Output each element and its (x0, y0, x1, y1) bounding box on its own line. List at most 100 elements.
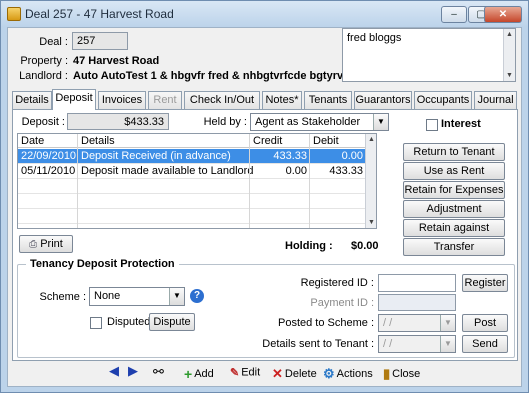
chevron-down-icon[interactable]: ▼ (440, 336, 455, 352)
registered-id-label: Registered ID : (300, 277, 374, 289)
scheme-label: Scheme : (39, 291, 86, 303)
held-by-label: Held by : (203, 116, 247, 128)
printer-icon: ⎙ (29, 239, 38, 250)
return-to-tenant-button[interactable]: Return to Tenant (403, 143, 505, 161)
client-area: Deal : 257 Property : 47 Harvest Road La… (7, 27, 522, 387)
deal-value: 257 (77, 35, 96, 47)
close-window-button[interactable]: ✕ (484, 6, 522, 23)
col-debit[interactable]: Debit (310, 134, 366, 148)
edit-label: Edit (241, 366, 261, 379)
deposit-protection-group: Tenancy Deposit Protection Scheme : None… (17, 258, 515, 358)
binoculars-icon[interactable]: ⚯ (153, 364, 164, 380)
property-label: Property : (20, 55, 68, 67)
close-door-icon: ▮ (383, 366, 391, 381)
chevron-down-icon[interactable]: ▼ (373, 114, 388, 130)
empty-row (18, 209, 366, 224)
scroll-up-icon[interactable]: ▲ (506, 31, 513, 38)
deal-label: Deal : (39, 36, 68, 48)
payment-id-input[interactable] (378, 294, 456, 311)
use-as-rent-button[interactable]: Use as Rent (403, 162, 505, 180)
add-label: Add (194, 367, 214, 380)
add-button[interactable]: + Add (184, 366, 214, 382)
edit-button[interactable]: ✎ Edit (230, 366, 260, 379)
empty-row (18, 179, 366, 194)
deal-window: Deal 257 - 47 Harvest Road – ▢ ✕ Deal : … (0, 0, 529, 393)
previous-record-icon[interactable]: ◀ (109, 363, 119, 379)
holding-value: $0.00 (351, 240, 379, 252)
held-by-select[interactable]: Agent as Stakeholder ▼ (250, 113, 389, 131)
transactions-grid: Date Details Credit Debit 22/09/2010 Dep… (17, 133, 377, 229)
send-button[interactable]: Send (462, 335, 508, 353)
dispute-button[interactable]: Dispute (149, 313, 195, 331)
row-debit: 433.33 (329, 165, 363, 177)
tab-check-in-out[interactable]: Check In/Out (184, 91, 260, 109)
tab-guarantors[interactable]: Guarantors (354, 91, 412, 109)
retain-against-invoice-button[interactable]: Retain against Invoice (403, 219, 505, 250)
minimize-button[interactable]: – (441, 6, 467, 23)
tab-details[interactable]: Details (12, 91, 52, 109)
row-date: 05/11/2010 (21, 165, 76, 177)
close-button[interactable]: ▮ Close (383, 366, 420, 382)
scheme-value: None (94, 290, 121, 302)
notes-text: fred bloggs (347, 32, 402, 44)
tab-notes[interactable]: Notes* (262, 91, 302, 109)
adjustment-button[interactable]: Adjustment (403, 200, 505, 218)
deposit-value: $433.33 (124, 116, 164, 128)
actions-button[interactable]: ⚙ Actions (323, 366, 373, 382)
row-details: Deposit made available to Landlord (81, 165, 254, 177)
col-details[interactable]: Details (78, 134, 250, 148)
app-icon (7, 7, 21, 21)
deposit-field: $433.33 (67, 113, 169, 130)
actions-icon: ⚙ (323, 366, 335, 381)
scroll-up-icon[interactable]: ▲ (368, 136, 375, 143)
table-row[interactable]: 05/11/2010 Deposit made available to Lan… (18, 164, 366, 179)
notes-textarea[interactable]: fred bloggs ▲ ▼ (342, 28, 516, 82)
tab-tenants[interactable]: Tenants (304, 91, 352, 109)
empty-row (18, 194, 366, 209)
col-credit[interactable]: Credit (250, 134, 310, 148)
tab-occupants[interactable]: Occupants (414, 91, 472, 109)
print-button[interactable]: ⎙ Print (19, 235, 73, 253)
col-date[interactable]: Date (18, 134, 78, 148)
chevron-down-icon[interactable]: ▼ (440, 315, 455, 331)
tab-invoices[interactable]: Invoices (98, 91, 146, 109)
row-credit: 433.33 (273, 150, 307, 162)
grid-scrollbar[interactable]: ▲ ▼ (365, 134, 376, 228)
tab-deposit[interactable]: Deposit (52, 89, 96, 110)
grid-header: Date Details Credit Debit (18, 134, 366, 148)
disputed-label: Disputed (107, 316, 151, 328)
tab-rent[interactable]: Rent (148, 91, 182, 109)
retain-for-expenses-button[interactable]: Retain for Expenses (403, 181, 505, 199)
scroll-down-icon[interactable]: ▼ (368, 219, 375, 226)
grid-divider (249, 134, 250, 228)
posted-value: / / (383, 317, 393, 329)
next-record-icon[interactable]: ▶ (128, 363, 138, 379)
interest-checkbox[interactable] (426, 119, 438, 131)
payment-id-label: Payment ID : (310, 297, 374, 309)
table-row[interactable]: 22/09/2010 Deposit Received (in advance)… (18, 149, 366, 164)
registered-id-input[interactable] (378, 274, 456, 292)
scroll-down-icon[interactable]: ▼ (506, 72, 513, 79)
holding-label: Holding : (285, 240, 333, 252)
disputed-checkbox[interactable] (90, 317, 102, 329)
landlord-value: Auto AutoTest 1 & hbgvfr fred & nhbgtvrf… (73, 70, 360, 82)
help-icon[interactable]: ? (190, 289, 204, 303)
grid-divider (77, 134, 78, 228)
actions-label: Actions (336, 367, 373, 380)
post-button[interactable]: Post (462, 314, 508, 332)
chevron-down-icon[interactable]: ▼ (169, 288, 184, 305)
posted-label: Posted to Scheme : (278, 317, 374, 329)
delete-button[interactable]: ✕ Delete (272, 366, 317, 382)
property-value: 47 Harvest Road (73, 55, 160, 67)
scheme-select[interactable]: None ▼ (89, 287, 185, 306)
protection-title: Tenancy Deposit Protection (26, 258, 179, 270)
title-bar[interactable]: Deal 257 - 47 Harvest Road – ▢ ✕ (1, 1, 528, 27)
posted-date-picker[interactable]: / / ▼ (378, 314, 456, 332)
tab-journal[interactable]: Journal (474, 91, 517, 109)
register-button[interactable]: Register (462, 274, 508, 292)
transfer-button[interactable]: Transfer (403, 238, 505, 256)
deal-field: 257 (72, 32, 128, 50)
notes-scrollbar[interactable]: ▲ ▼ (503, 29, 515, 81)
details-sent-label: Details sent to Tenant : (262, 338, 374, 350)
sent-date-picker[interactable]: / / ▼ (378, 335, 456, 353)
